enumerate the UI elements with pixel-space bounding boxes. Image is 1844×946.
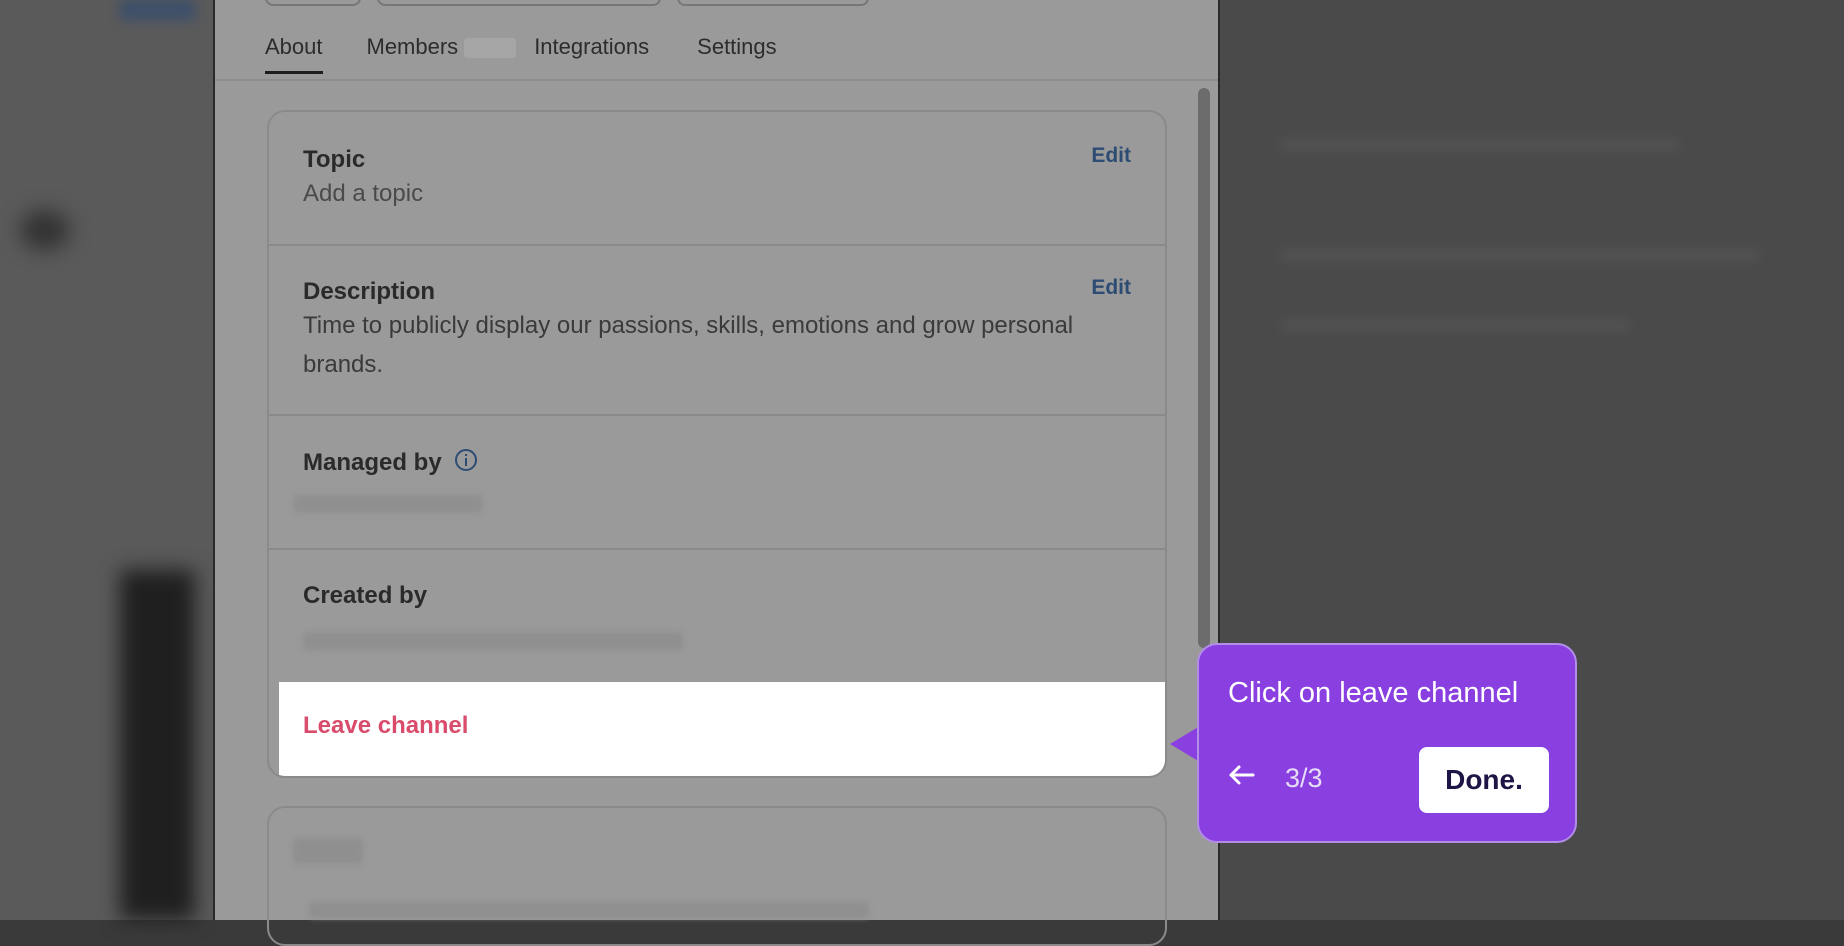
- walkthrough-tooltip: Click on leave channel 3/3 Done.: [1197, 643, 1577, 843]
- tooltip-step-counter: 3/3: [1285, 763, 1323, 793]
- blurred-line: [1280, 140, 1680, 150]
- blurred-line: [1280, 250, 1760, 260]
- leave-channel-row[interactable]: Leave channel: [279, 682, 1165, 776]
- tooltip-arrow: [1170, 726, 1200, 762]
- description-title: Description: [303, 278, 436, 305]
- managed-by-section: Managed by: [269, 416, 1165, 550]
- topic-value: Add a topic: [303, 180, 424, 207]
- managed-by-title: Managed by: [303, 416, 1131, 479]
- blurred-line: [1280, 320, 1630, 330]
- scrollbar[interactable]: [1198, 88, 1210, 648]
- tab-about[interactable]: About: [265, 34, 323, 74]
- tab-bar: About Members Integrations Settings: [265, 34, 777, 74]
- tab-divider: [215, 79, 1218, 81]
- arrow-left-icon[interactable]: [1227, 761, 1255, 795]
- blurred-text: [309, 902, 869, 918]
- top-button[interactable]: [377, 0, 661, 6]
- description-section[interactable]: Description Time to publicly display our…: [269, 246, 1165, 416]
- tab-integrations[interactable]: Integrations: [534, 34, 649, 74]
- leave-channel-button[interactable]: Leave channel: [303, 712, 468, 740]
- description-edit-link[interactable]: Edit: [1091, 276, 1131, 300]
- topic-title: Topic: [303, 146, 366, 173]
- blurred-element: [120, 570, 195, 920]
- blurred-element: [120, 0, 195, 20]
- top-button[interactable]: [265, 0, 361, 6]
- blurred-title: [293, 838, 363, 864]
- channel-details-modal: About Members Integrations Settings Topi…: [213, 0, 1220, 946]
- manager-name-blurred: [293, 495, 483, 513]
- modal-top-buttons: [265, 0, 869, 6]
- created-by-title: Created by: [303, 582, 428, 609]
- top-button[interactable]: [677, 0, 869, 6]
- about-card: Topic Add a topic Edit Description Time …: [267, 110, 1167, 778]
- topic-section[interactable]: Topic Add a topic Edit: [269, 112, 1165, 246]
- tooltip-text: Click on leave channel: [1228, 677, 1519, 709]
- info-icon[interactable]: [454, 448, 478, 479]
- creator-blurred: [303, 632, 683, 650]
- member-count-badge: [464, 38, 517, 59]
- created-by-section: Created by: [269, 550, 1165, 684]
- tab-label: Settings: [697, 34, 777, 59]
- tab-label: Members: [366, 34, 459, 59]
- tab-label: About: [265, 34, 323, 59]
- done-button[interactable]: Done.: [1419, 747, 1549, 813]
- managed-by-label: Managed by: [303, 448, 442, 476]
- secondary-card: [267, 806, 1167, 946]
- tab-settings[interactable]: Settings: [697, 34, 777, 74]
- blurred-avatar: [20, 210, 70, 250]
- tab-members[interactable]: Members: [367, 34, 517, 74]
- description-value: Time to publicly display our passions, s…: [303, 312, 1074, 378]
- tab-label: Integrations: [534, 34, 650, 59]
- topic-edit-link[interactable]: Edit: [1091, 144, 1131, 168]
- background-sidebar: [0, 0, 213, 920]
